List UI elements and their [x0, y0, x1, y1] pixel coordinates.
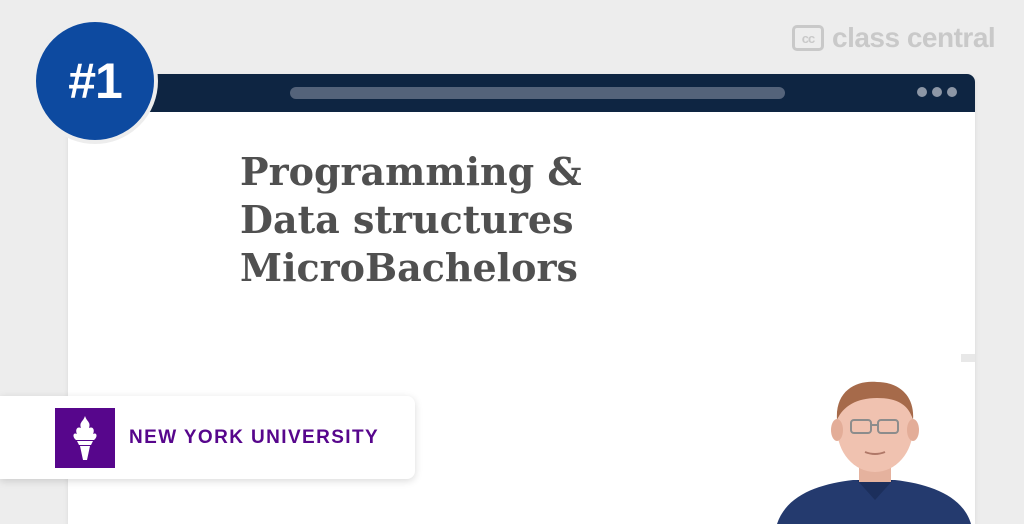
browser-titlebar [68, 74, 975, 112]
brand-name: class central [832, 22, 996, 53]
class-central-logo: cc class central [792, 22, 996, 54]
slide-title-line: Programming & [240, 149, 582, 194]
torch-icon [55, 407, 115, 468]
window-menu-icon[interactable] [917, 87, 957, 97]
slide-title: Programming & Data structures MicroBache… [240, 148, 582, 292]
presenter-image [765, 354, 975, 524]
rank-badge: #1 [32, 18, 158, 144]
presenter-video [765, 354, 975, 524]
university-name: NEW YORK UNIVERSITY [129, 426, 380, 448]
cc-icon: cc [792, 25, 824, 51]
slide-title-line: MicroBachelors [240, 245, 578, 290]
university-card: NEW YORK UNIVERSITY [0, 396, 415, 479]
address-bar[interactable] [290, 87, 785, 99]
slide-title-line: Data structures [240, 197, 574, 242]
